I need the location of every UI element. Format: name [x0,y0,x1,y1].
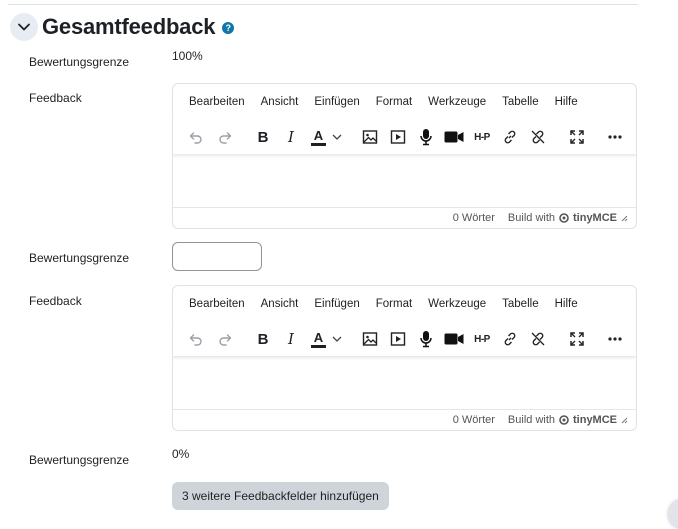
tinymce-logo-icon [559,415,569,425]
editor-menubar: Bearbeiten Ansicht Einfügen Format Werkz… [181,298,586,310]
menu-help[interactable]: Hilfe [547,298,586,310]
italic-icon[interactable]: I [280,326,302,352]
resize-handle-icon[interactable] [620,416,628,424]
link-icon[interactable] [499,124,521,150]
section-divider [8,4,638,5]
editor-menubar: Bearbeiten Ansicht Einfügen Format Werkz… [181,96,586,108]
menu-view[interactable]: Ansicht [253,298,307,310]
feedback-label: Feedback [29,91,82,105]
menu-table[interactable]: Tabelle [494,96,546,108]
brand-logo-text: tinyMCE [573,414,617,426]
media-icon[interactable] [387,124,409,150]
editor-toolbar: B I A H-P [173,322,636,356]
word-count[interactable]: 0 Wörter [453,212,495,224]
back-to-top-button[interactable] [668,499,678,529]
more-icon[interactable] [604,326,626,352]
grade-boundary-label: Bewertungsgrenze [29,453,130,467]
h5p-icon[interactable]: H-P [470,326,494,352]
link-icon[interactable] [499,326,521,352]
bold-icon[interactable]: B [252,124,274,150]
italic-icon[interactable]: I [280,124,302,150]
collapse-toggle-button[interactable] [10,13,38,41]
h5p-icon[interactable]: H-P [470,124,494,150]
feedback-editor: Bearbeiten Ansicht Einfügen Format Werkz… [172,83,637,229]
menu-table[interactable]: Tabelle [494,298,546,310]
editor-content-area[interactable] [173,358,636,410]
menu-view[interactable]: Ansicht [253,96,307,108]
chevron-down-icon [332,336,341,342]
unlink-icon[interactable] [527,124,549,150]
menu-tools[interactable]: Werkzeuge [420,298,494,310]
grade-boundary-value: 100% [172,49,203,63]
editor-content-area[interactable] [173,156,636,208]
help-icon[interactable]: ? [222,22,235,34]
brand-logo-text: tinyMCE [573,212,617,224]
grade-boundary-input[interactable] [172,242,262,271]
video-camera-icon[interactable] [442,124,466,150]
tinymce-branding[interactable]: Build with tinyMCE [508,212,617,224]
menu-edit[interactable]: Bearbeiten [181,96,253,108]
tinymce-branding[interactable]: Build with tinyMCE [508,414,617,426]
feedback-editor: Bearbeiten Ansicht Einfügen Format Werkz… [172,285,637,431]
editor-statusbar: 0 Wörter Build with tinyMCE [173,207,636,228]
menu-edit[interactable]: Bearbeiten [181,298,253,310]
feedback-label: Feedback [29,294,82,308]
menu-insert[interactable]: Einfügen [306,96,367,108]
text-color-icon[interactable]: A [306,124,346,150]
image-icon[interactable] [359,124,381,150]
brand-text: Build with [507,212,555,224]
image-icon[interactable] [359,326,381,352]
grade-boundary-label: Bewertungsgrenze [29,251,130,265]
menu-format[interactable]: Format [368,298,420,310]
fullscreen-icon[interactable] [566,326,588,352]
add-feedback-fields-button[interactable]: 3 weitere Feedbackfelder hinzufügen [172,482,389,510]
menu-help[interactable]: Hilfe [547,96,586,108]
microphone-icon[interactable] [415,124,437,150]
video-camera-icon[interactable] [442,326,466,352]
menu-insert[interactable]: Einfügen [306,298,367,310]
section-title: Gesamtfeedback [42,14,216,39]
word-count[interactable]: 0 Wörter [453,414,495,426]
redo-icon[interactable] [214,124,236,150]
brand-text: Build with [507,414,555,426]
redo-icon[interactable] [214,326,236,352]
grade-boundary-label: Bewertungsgrenze [29,55,130,69]
grade-boundary-value: 0% [172,447,190,461]
tinymce-logo-icon [559,213,569,223]
media-icon[interactable] [387,326,409,352]
editor-statusbar: 0 Wörter Build with tinyMCE [173,409,636,430]
menu-tools[interactable]: Werkzeuge [420,96,494,108]
more-icon[interactable] [604,124,626,150]
undo-icon[interactable] [185,326,207,352]
section-header: Gesamtfeedback ? [10,12,235,42]
unlink-icon[interactable] [527,326,549,352]
microphone-icon[interactable] [415,326,437,352]
bold-icon[interactable]: B [252,326,274,352]
chevron-down-icon [18,23,30,31]
editor-toolbar: B I A H-P [173,120,636,154]
undo-icon[interactable] [185,124,207,150]
resize-handle-icon[interactable] [620,214,628,222]
menu-format[interactable]: Format [368,96,420,108]
chevron-down-icon [332,134,341,140]
text-color-icon[interactable]: A [306,326,346,352]
fullscreen-icon[interactable] [566,124,588,150]
